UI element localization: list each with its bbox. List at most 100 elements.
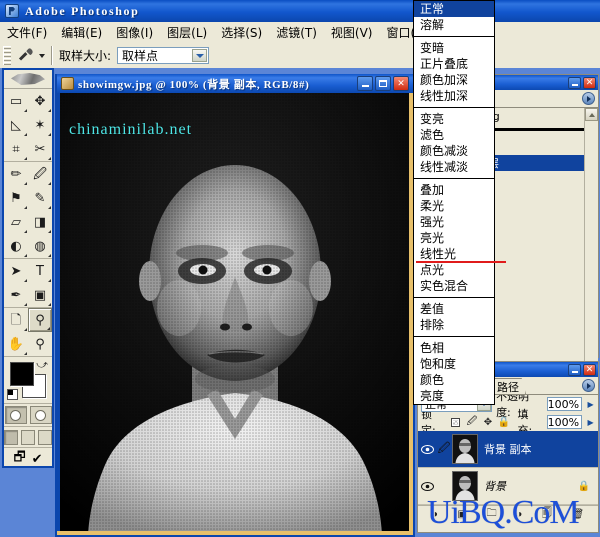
blend-mode-option-normal[interactable]: 正常 [414, 1, 494, 17]
move-tool[interactable]: ✥ [28, 89, 52, 113]
dodge-tool[interactable]: ◍ [28, 234, 52, 258]
layer-name[interactable]: 背景 [484, 478, 506, 494]
blend-mode-option-exclusion[interactable]: 排除 [414, 317, 494, 333]
blend-mode-option-screen[interactable]: 滤色 [414, 127, 494, 143]
minimize-button[interactable] [568, 77, 581, 89]
hand-tool[interactable]: ✋ [4, 332, 28, 356]
chevron-down-icon[interactable] [192, 49, 207, 62]
eyedropper-tool[interactable]: ⚲ [28, 308, 52, 332]
blend-mode-option-linear-burn[interactable]: 线性加深 [414, 88, 494, 104]
lock-image-icon[interactable]: 🖉 [466, 417, 477, 428]
layer-row-background-copy[interactable]: 🖉 背景 副本 [418, 431, 598, 468]
swap-colors-icon[interactable]: ⤻ [36, 359, 48, 372]
layer-name[interactable]: 背景 副本 [484, 441, 532, 457]
standard-mode-icon[interactable] [5, 406, 27, 424]
clone-stamp-tool[interactable]: ⚑ [4, 186, 28, 210]
menu-item-layer[interactable]: 图层(L) [160, 22, 214, 43]
blend-mode-option-linear-light[interactable]: 线性光 [414, 246, 494, 262]
jump-to-imageready-icon[interactable]: 🗗 [13, 448, 25, 470]
blend-mode-option-darken[interactable]: 变暗 [414, 40, 494, 56]
sample-size-select[interactable]: 取样点 [117, 47, 209, 64]
image-canvas[interactable]: chinaminilab.net [57, 93, 413, 535]
toolbox-header[interactable] [4, 70, 52, 89]
eyedropper-icon[interactable] [15, 46, 37, 66]
history-scrollbar[interactable] [584, 108, 598, 390]
blend-mode-option-linear-dodge[interactable]: 线性减淡 [414, 159, 494, 175]
blend-mode-option-saturation[interactable]: 饱和度 [414, 356, 494, 372]
blend-mode-option-vivid-light[interactable]: 亮光 [414, 230, 494, 246]
fullscreen-icon[interactable] [38, 430, 52, 445]
blend-mode-option-dissolve[interactable]: 溶解 [414, 17, 494, 33]
menu-item-edit[interactable]: 编辑(E) [54, 22, 109, 43]
default-colors-icon[interactable] [7, 389, 18, 400]
scroll-up-icon[interactable] [585, 108, 598, 121]
healing-brush-tool[interactable]: ✏ [4, 162, 28, 186]
panel-menu-icon[interactable] [582, 92, 595, 105]
blend-mode-option-color-dodge[interactable]: 颜色减淡 [414, 143, 494, 159]
panel-menu-icon[interactable] [582, 379, 595, 392]
menu-item-filter[interactable]: 滤镜(T) [269, 22, 324, 43]
blend-mode-option-hard-light[interactable]: 强光 [414, 214, 494, 230]
tab-paths[interactable]: 路径 [490, 378, 526, 394]
confirm-icon[interactable]: ✔ [32, 451, 43, 467]
blend-mode-option-overlay[interactable]: 叠加 [414, 182, 494, 198]
menu-item-image[interactable]: 图像(I) [109, 22, 160, 43]
maximize-button[interactable] [375, 76, 391, 91]
pen-tool[interactable]: ✒ [4, 283, 28, 307]
close-button[interactable]: ✕ [583, 77, 596, 89]
blend-mode-option-color-burn[interactable]: 颜色加深 [414, 72, 494, 88]
photoshop-feather-icon [11, 73, 45, 85]
menu-bar: 文件(F) 编辑(E) 图像(I) 图层(L) 选择(S) 滤镜(T) 视图(V… [0, 22, 600, 44]
blur-tool[interactable]: ◐ [4, 234, 28, 258]
lock-all-icon[interactable]: 🔒 [498, 417, 509, 428]
fill-slider-arrow-icon[interactable]: ▶ [586, 415, 595, 429]
toolbox-section-vector: ➤ T ✒ ▣ [4, 259, 52, 308]
shape-tool[interactable]: ▣ [28, 283, 52, 307]
close-button[interactable]: ✕ [583, 364, 596, 376]
blend-mode-option-hard-mix[interactable]: 实色混合 [414, 278, 494, 294]
blend-mode-option-color[interactable]: 颜色 [414, 372, 494, 388]
notes-tool[interactable]: 🗋 [4, 308, 28, 332]
minimize-button[interactable] [568, 364, 581, 376]
menu-item-file[interactable]: 文件(F) [0, 22, 54, 43]
blend-mode-option-soft-light[interactable]: 柔光 [414, 198, 494, 214]
eye-icon[interactable] [418, 482, 436, 491]
blend-mode-option-luminosity[interactable]: 亮度 [414, 388, 494, 404]
eye-icon[interactable] [418, 445, 436, 454]
menu-item-select[interactable]: 选择(S) [214, 22, 269, 43]
brush-tool[interactable]: 🖉 [28, 162, 52, 186]
zoom-tool[interactable]: ⚲ [28, 332, 52, 356]
blend-mode-option-hue[interactable]: 色相 [414, 340, 494, 356]
gradient-tool[interactable]: ◨ [28, 210, 52, 234]
eraser-tool[interactable]: ▱ [4, 210, 28, 234]
fullscreen-menubar-icon[interactable] [21, 430, 35, 445]
minimize-button[interactable] [357, 76, 373, 91]
lasso-tool[interactable]: ◺ [4, 113, 28, 137]
marquee-tool[interactable]: ▭ [4, 89, 28, 113]
chevron-down-icon[interactable] [39, 54, 45, 58]
path-selection-tool[interactable]: ➤ [4, 259, 28, 283]
type-tool[interactable]: T [28, 259, 52, 283]
opacity-input[interactable]: 100% [547, 397, 582, 411]
document-title-bar[interactable]: showimgw.jpg @ 100% (背景 副本, RGB/8#) ✕ [57, 74, 413, 93]
lock-transparent-icon[interactable] [450, 417, 461, 428]
lock-position-icon[interactable]: ✥ [482, 417, 493, 428]
blend-mode-option-difference[interactable]: 差值 [414, 301, 494, 317]
foreground-color-swatch[interactable] [10, 362, 34, 386]
opacity-slider-arrow-icon[interactable]: ▶ [586, 397, 595, 411]
blend-mode-option-multiply[interactable]: 正片叠底 [414, 56, 494, 72]
close-button[interactable]: ✕ [393, 76, 409, 91]
slice-tool[interactable]: ✂ [28, 137, 52, 161]
fill-input[interactable]: 100% [547, 415, 582, 429]
quickmask-mode-icon[interactable] [30, 406, 52, 424]
standard-screen-icon[interactable] [4, 430, 18, 445]
menu-item-view[interactable]: 视图(V) [324, 22, 380, 43]
blend-mode-dropdown-menu[interactable]: 正常 溶解 变暗 正片叠底 颜色加深 线性加深 变亮 滤色 颜色减淡 线性减淡 … [413, 0, 495, 405]
options-bar-grip[interactable] [3, 46, 11, 65]
blend-mode-option-pin-light[interactable]: 点光 [414, 262, 494, 278]
layer-thumbnail[interactable] [452, 434, 478, 464]
history-brush-tool[interactable]: ✎ [28, 186, 52, 210]
blend-mode-option-lighten[interactable]: 变亮 [414, 111, 494, 127]
crop-tool[interactable]: ⌗ [4, 137, 28, 161]
magic-wand-tool[interactable]: ✶ [28, 113, 52, 137]
